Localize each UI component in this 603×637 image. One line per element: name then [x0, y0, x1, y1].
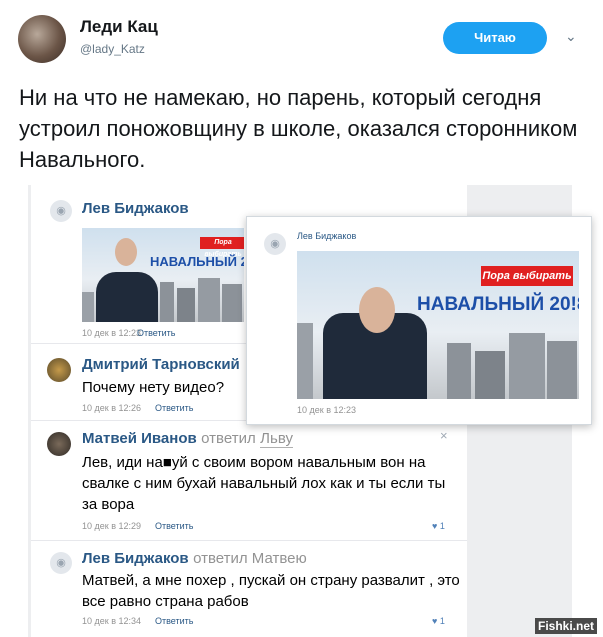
- comment-text: Почему нету видео?: [82, 379, 225, 396]
- commenter-avatar[interactable]: [47, 432, 71, 456]
- like-button[interactable]: ♥ 1: [432, 521, 445, 531]
- comment-date[interactable]: 10 дек в 12:26: [82, 403, 141, 413]
- vk-post-reply-link[interactable]: Ответить: [137, 328, 175, 338]
- post-preview-popup[interactable]: ◉ Лев Биджаков Пора выбирать НАВАЛЬНЫЙ 2…: [246, 216, 592, 425]
- banner-tag: Пора выбирать: [200, 237, 244, 258]
- comment-replied: ответил: [201, 430, 256, 447]
- popup-banner[interactable]: Пора выбирать НАВАЛЬНЫЙ 20!8: [297, 251, 579, 399]
- comment-date[interactable]: 10 дек в 12:34: [82, 616, 141, 626]
- chevron-down-icon[interactable]: ⌄: [565, 28, 577, 45]
- comment-replied[interactable]: ответил Матвею: [193, 550, 307, 567]
- comment-reply-link[interactable]: Ответить: [155, 521, 193, 531]
- popup-author[interactable]: Лев Биджаков: [297, 231, 356, 241]
- camera-icon: ◉: [50, 200, 72, 222]
- comment-reply-link[interactable]: Ответить: [155, 403, 193, 413]
- camera-icon: ◉: [50, 552, 72, 574]
- follow-button[interactable]: Читаю: [443, 22, 547, 54]
- comment-replied-to-link[interactable]: Льву: [260, 430, 293, 448]
- heart-icon: ♥: [432, 616, 438, 626]
- camera-icon: ◉: [264, 233, 286, 255]
- comment-text: Лев, иди на■уй с своим вором навальным в…: [82, 454, 446, 513]
- comment-reply-link[interactable]: Ответить: [155, 616, 193, 626]
- like-count: 1: [439, 616, 445, 626]
- heart-icon: ♥: [432, 521, 438, 531]
- comment-date[interactable]: 10 дек в 12:29: [82, 521, 141, 531]
- author-avatar[interactable]: [18, 15, 66, 63]
- author-handle[interactable]: @lady_Katz: [80, 42, 145, 56]
- comment-author[interactable]: Матвей Иванов: [82, 430, 197, 447]
- banner-tag: Пора выбирать: [481, 266, 573, 286]
- like-button[interactable]: ♥ 1: [432, 616, 445, 626]
- banner-title: НАВАЛЬНЫЙ 20!8: [417, 294, 579, 315]
- close-icon[interactable]: ×: [440, 428, 448, 443]
- comment-text: Матвей, а мне похер , пускай он страну р…: [82, 572, 460, 610]
- comment-author[interactable]: Лев Биджаков: [82, 550, 189, 567]
- vk-post-date[interactable]: 10 дек в 12:23: [82, 328, 141, 338]
- commenter-avatar[interactable]: [47, 358, 71, 382]
- banner-title: НАВАЛЬНЫЙ 20: [150, 254, 244, 269]
- divider: [31, 540, 467, 541]
- watermark: Fishki.net: [535, 618, 598, 634]
- author-display-name[interactable]: Леди Кац: [80, 17, 158, 37]
- tweet-text: Ни на что не намекаю, но парень, который…: [19, 85, 578, 172]
- like-count: 1: [439, 521, 445, 531]
- vk-post-banner[interactable]: Пора выбирать НАВАЛЬНЫЙ 20: [82, 228, 244, 322]
- popup-date[interactable]: 10 дек в 12:23: [297, 405, 356, 415]
- comment-author[interactable]: Дмитрий Тарновский: [82, 356, 240, 373]
- vk-post-author[interactable]: Лев Биджаков: [82, 200, 189, 217]
